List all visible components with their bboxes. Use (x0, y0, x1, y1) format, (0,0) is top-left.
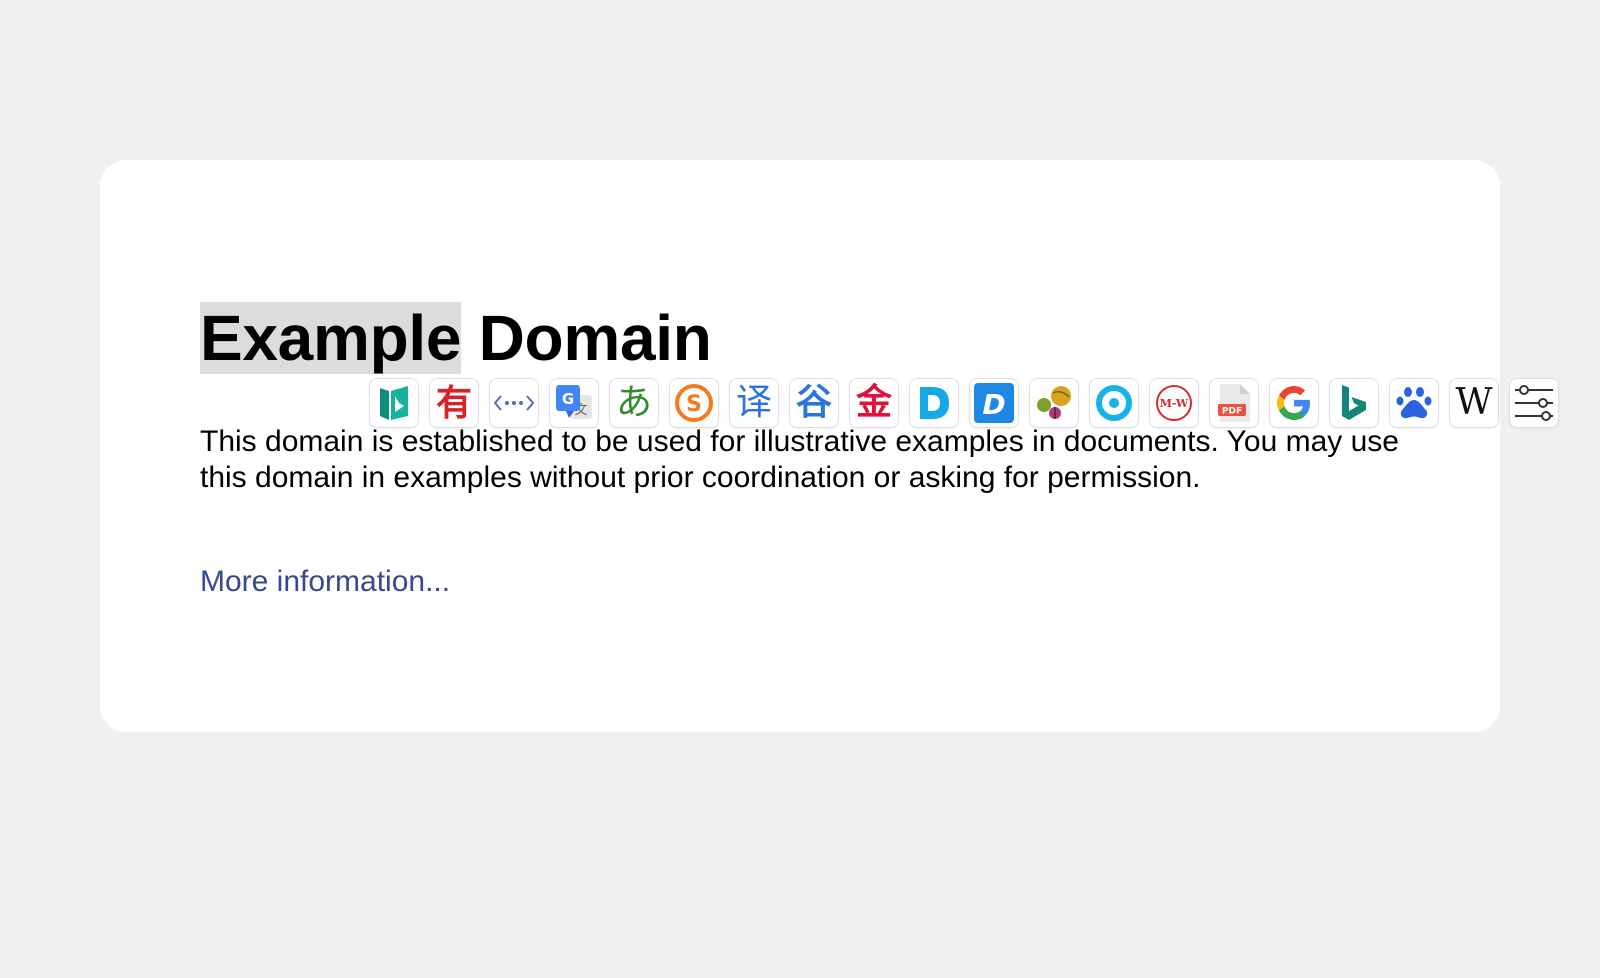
d-outline-icon (915, 383, 953, 423)
sogou-icon: S (674, 383, 714, 423)
google-icon (1274, 383, 1314, 423)
bing-dict-icon (377, 384, 411, 422)
jin-icon: 金 (855, 382, 892, 423)
merriam-webster-text: M-W (1160, 397, 1189, 410)
toolbar-sogou-button[interactable]: S (669, 378, 719, 428)
toolbar-settings-button[interactable] (1509, 378, 1559, 428)
code-icon (493, 393, 535, 413)
toolbar-japanese-button[interactable]: あ (609, 378, 659, 428)
toolbar-google-button[interactable] (1269, 378, 1319, 428)
ring-icon (1094, 383, 1134, 423)
paw-icon (1394, 383, 1434, 423)
toolbar-youdao-button[interactable]: 有 (429, 378, 479, 428)
gu-icon: 谷 (795, 382, 832, 423)
d-solid-letter: D (982, 388, 1005, 421)
merriam-webster-icon: M-W (1154, 383, 1194, 423)
sliders-icon (1513, 383, 1555, 423)
toolbar-pdf-button[interactable]: PDF (1209, 378, 1259, 428)
toolbar-bing-button[interactable] (1329, 378, 1379, 428)
youdao-icon: 有 (435, 382, 472, 424)
toolbar-google-translate-button[interactable]: 文 G (549, 378, 599, 428)
selected-text: Example (200, 302, 462, 374)
hiragana-a-icon: あ (615, 382, 652, 423)
toolbar-code-view-button[interactable] (489, 378, 539, 428)
translation-toolbar: 有 文 G あ S 译 谷 金 D M-W PDF W (369, 378, 1559, 430)
toolbar-circle-button[interactable] (1089, 378, 1139, 428)
wikipedia-icon: W (1455, 382, 1493, 423)
yi-translate-icon: 译 (735, 382, 772, 423)
description-paragraph: This domain is established to be used fo… (200, 425, 1399, 494)
toolbar-guge-button[interactable]: 谷 (789, 378, 839, 428)
balls-icon (1033, 383, 1075, 423)
toolbar-balls-button[interactable] (1029, 378, 1079, 428)
toolbar-wikipedia-button[interactable]: W (1449, 378, 1499, 428)
toolbar-merriam-webster-button[interactable]: M-W (1149, 378, 1199, 428)
toolbar-jinshan-button[interactable]: 金 (849, 378, 899, 428)
page-title: Example Domain (200, 300, 712, 376)
google-translate-icon: 文 G (554, 383, 594, 423)
more-information-link[interactable]: More information... (200, 564, 450, 600)
toolbar-deepl-solid-button[interactable]: D (969, 378, 1019, 428)
bing-icon (1337, 383, 1371, 423)
pdf-label: PDF (1222, 407, 1242, 417)
pdf-icon: PDF (1216, 382, 1252, 424)
d-solid-icon: D (973, 382, 1015, 424)
toolbar-caiyun-button[interactable]: 译 (729, 378, 779, 428)
svg-text:G: G (562, 390, 574, 408)
sogou-letter: S (686, 392, 702, 417)
toolbar-baidu-button[interactable] (1389, 378, 1439, 428)
toolbar-bing-dictionary-button[interactable] (369, 378, 419, 428)
title-rest: Domain (461, 302, 712, 374)
toolbar-deepl-outline-button[interactable] (909, 378, 959, 428)
